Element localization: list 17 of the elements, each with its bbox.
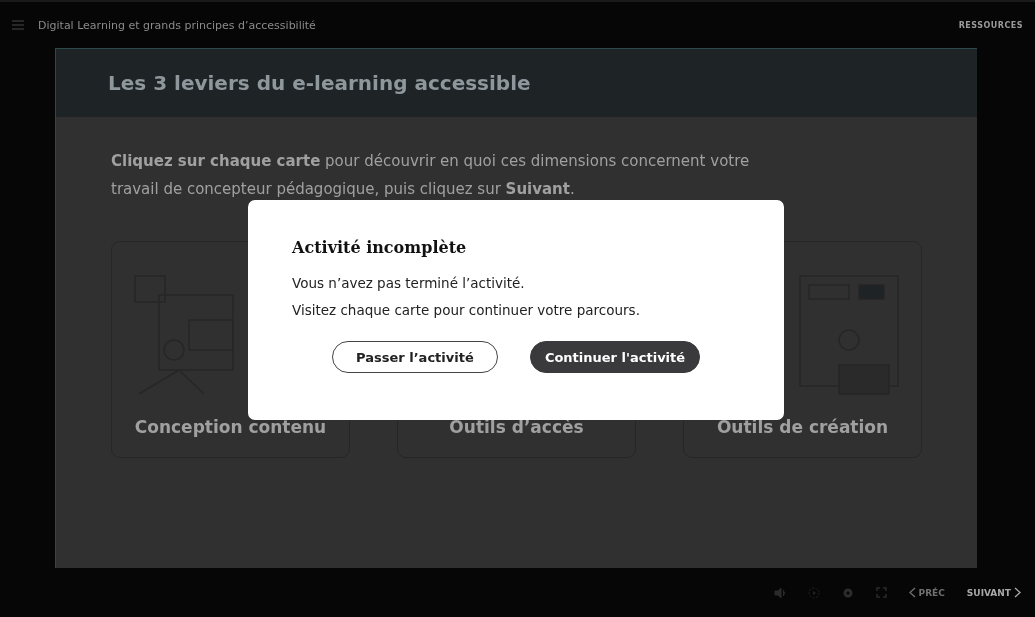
course-title: Digital Learning et grands principes d’accessibilité [38,18,317,32]
menu-icon[interactable] [12,20,24,30]
settings-icon[interactable] [841,586,854,599]
skip-button[interactable]: Passer l’activité [331,341,498,373]
play-circle-icon[interactable] [807,586,820,599]
next-button[interactable]: SUIVANT [966,587,1021,598]
instructions-text: Cliquez sur chaque carte pour découvrir en quoi ces dimensions concernent votre travail de concepteur pédagogique, puis cliquez sur Suivant. [111,151,751,200]
chevron-right-icon [1014,587,1021,598]
continue-button[interactable]: Continuer l'activité [529,341,701,373]
card-title: Conception contenu [134,417,327,437]
fullscreen-icon[interactable] [875,587,887,598]
card-title: Outils d’accès [449,417,584,437]
volume-icon[interactable] [773,586,786,599]
card-title: Outils de création [716,417,889,437]
chevron-left-icon [908,587,916,598]
slide-title: Les 3 leviers du e-learning accessible [108,71,531,95]
resources-link[interactable]: RESSOURCES [958,20,1023,30]
